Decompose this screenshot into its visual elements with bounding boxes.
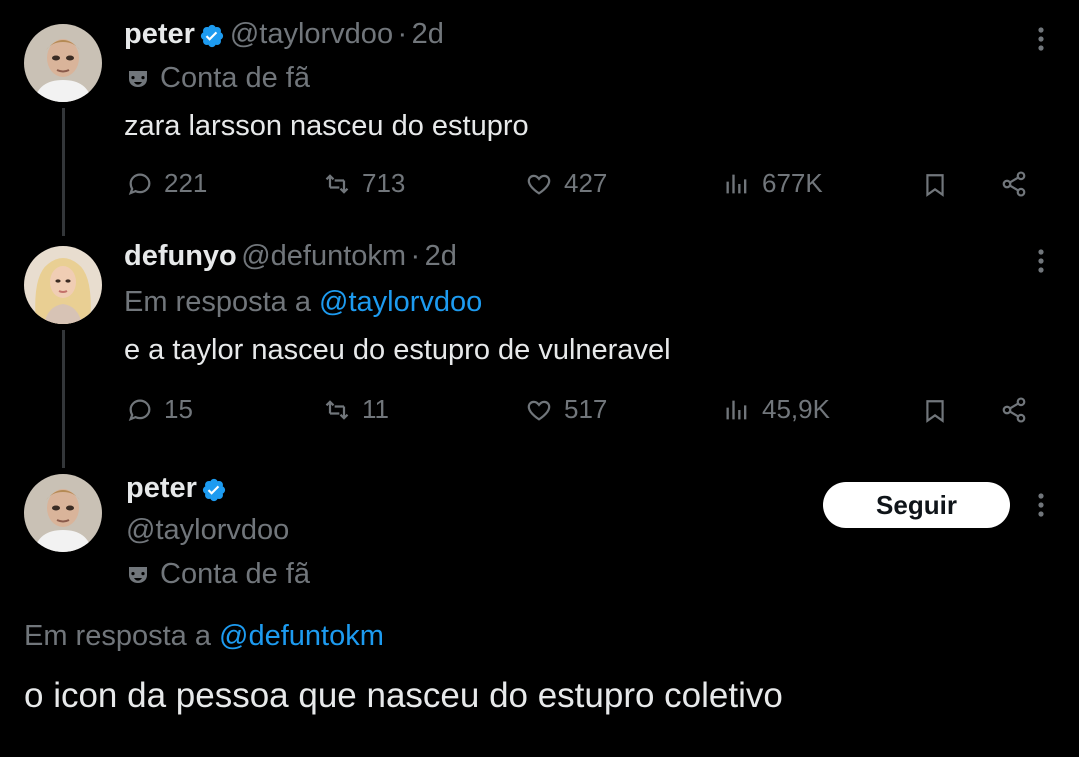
more-options-icon[interactable] [1032, 26, 1050, 57]
separator-dot: · [410, 240, 421, 272]
reply-mention-link[interactable]: @defuntokm [219, 620, 384, 652]
reply-prefix: Em resposta a [124, 286, 311, 318]
fan-label-text: Conta de fã [160, 62, 310, 94]
more-options-icon[interactable] [1032, 492, 1050, 523]
display-name[interactable]: peter [124, 18, 195, 50]
retweet-icon [325, 399, 349, 420]
separator-dot: · [397, 18, 408, 50]
masks-icon [126, 563, 150, 587]
bookmark-icon [926, 400, 944, 423]
reply-context: Em resposta a @defuntokm [24, 620, 384, 653]
reply-context: Em resposta a @taylorvdoo [124, 286, 482, 319]
fan-label-text: Conta de fã [160, 558, 310, 590]
display-name[interactable]: peter [126, 472, 197, 504]
like-button[interactable]: 517 [524, 394, 607, 425]
follow-button[interactable]: Seguir [823, 482, 1010, 528]
thread-line [62, 108, 65, 236]
retweet-icon [325, 173, 349, 194]
more-options-icon[interactable] [1032, 248, 1050, 279]
tweet-header: defunyo @defuntokm · 2d [124, 240, 457, 273]
timestamp[interactable]: 2d [425, 240, 457, 272]
views-count: 677K [762, 168, 823, 198]
bookmark-button[interactable] [922, 170, 958, 200]
fan-account-label: Conta de fã [126, 558, 310, 591]
share-button[interactable] [1000, 396, 1038, 424]
views-icon [726, 174, 747, 193]
reply-mention-link[interactable]: @taylorvdoo [319, 286, 482, 318]
share-icon [1002, 397, 1026, 423]
tweet-text: zara larsson nasceu do estupro [124, 110, 529, 142]
bookmark-icon [926, 174, 944, 197]
tweet-text: e a taylor nasceu do estupro de vulnerav… [124, 334, 671, 366]
share-button[interactable] [1000, 170, 1038, 198]
reply-icon [128, 399, 151, 421]
heart-icon [527, 174, 551, 195]
views-button[interactable]: 45,9K [722, 394, 830, 425]
avatar[interactable] [24, 24, 102, 102]
views-button[interactable]: 677K [722, 168, 823, 199]
like-count: 517 [564, 394, 608, 424]
main-tweet-name-row: peter [126, 472, 227, 508]
avatar[interactable] [24, 474, 102, 552]
reply-prefix: Em resposta a [24, 620, 211, 652]
tweet-header: peter @taylorvdoo · 2d [124, 18, 444, 54]
display-name[interactable]: defunyo [124, 240, 237, 272]
verified-badge-icon [199, 23, 225, 54]
reply-icon [128, 173, 151, 195]
fan-account-label: Conta de fã [126, 62, 310, 95]
views-icon [726, 400, 747, 419]
user-handle[interactable]: @taylorvdoo [230, 18, 393, 50]
user-handle[interactable]: @defuntokm [241, 240, 406, 272]
heart-icon [527, 400, 551, 421]
retweet-button[interactable]: 11 [322, 394, 389, 425]
avatar[interactable] [24, 246, 102, 324]
share-icon [1002, 171, 1026, 197]
like-button[interactable]: 427 [524, 168, 607, 199]
reply-button[interactable]: 15 [126, 394, 193, 425]
user-handle[interactable]: @taylorvdoo [126, 514, 289, 547]
verified-badge-icon [201, 477, 227, 508]
masks-icon [126, 67, 150, 91]
retweet-button[interactable]: 713 [322, 168, 405, 199]
bookmark-button[interactable] [922, 396, 958, 426]
like-count: 427 [564, 168, 608, 198]
retweet-count: 11 [362, 394, 389, 424]
reply-count: 221 [164, 168, 208, 198]
thread-line [62, 330, 65, 468]
retweet-count: 713 [362, 168, 406, 198]
main-tweet-text: o icon da pessoa que nasceu do estupro c… [24, 676, 783, 715]
timestamp[interactable]: 2d [412, 18, 444, 50]
views-count: 45,9K [762, 394, 830, 424]
reply-button[interactable]: 221 [126, 168, 207, 199]
reply-count: 15 [164, 394, 193, 424]
